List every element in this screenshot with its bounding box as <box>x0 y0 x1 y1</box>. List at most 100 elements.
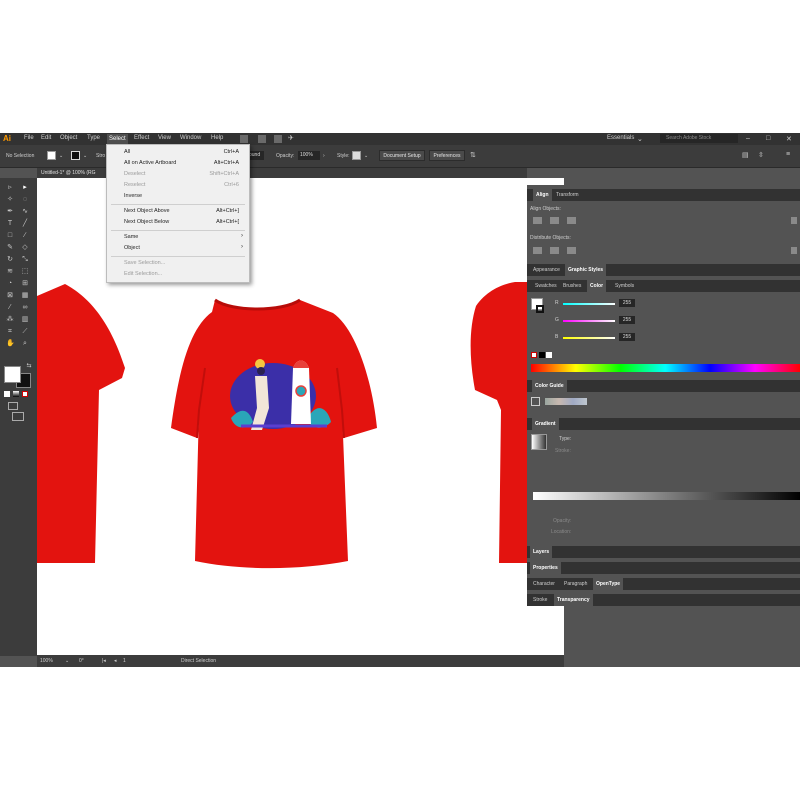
tab-symbols[interactable]: Symbols <box>612 280 637 292</box>
menu-item-next-object-above[interactable]: Next Object Above <box>124 208 170 214</box>
opacity-label[interactable]: Opacity: <box>276 153 294 159</box>
menu-type[interactable]: Type <box>87 135 100 141</box>
tab-character[interactable]: Character <box>530 578 558 590</box>
direct-selection-tool-icon[interactable]: ▸ <box>21 184 29 192</box>
channel-g-slider[interactable] <box>563 320 615 322</box>
channel-r-value[interactable]: 255 <box>619 299 635 307</box>
tab-layers[interactable]: Layers <box>530 546 553 558</box>
search-stock-input[interactable]: Search Adobe Stock <box>660 134 738 143</box>
fill-dropdown-arrow[interactable]: ⌄ <box>59 153 63 159</box>
none-mode-icon[interactable] <box>22 391 28 397</box>
align-center-icon[interactable] <box>550 217 559 224</box>
color-guide-harmony-strip[interactable] <box>545 398 587 405</box>
hand-tool-icon[interactable]: ✋ <box>6 340 15 348</box>
status-tool-name[interactable]: Direct Selection <box>181 658 216 664</box>
bridge-icon[interactable] <box>240 135 248 143</box>
line-tool-icon[interactable]: ╱ <box>21 220 29 228</box>
scale-tool-icon[interactable]: ⤡ <box>21 256 29 264</box>
magic-wand-icon[interactable]: ✧ <box>6 196 14 204</box>
align-right-icon[interactable] <box>567 217 576 224</box>
tab-gradient[interactable]: Gradient <box>532 418 559 430</box>
menu-item-edit-selection[interactable]: Edit Selection... <box>124 271 162 277</box>
menu-edit[interactable]: Edit <box>41 135 51 141</box>
rotate-tool-icon[interactable]: ↻ <box>6 256 14 264</box>
tab-transparency[interactable]: Transparency <box>554 594 593 606</box>
panel-menu-icon[interactable]: ▤ <box>742 151 749 159</box>
mesh-tool-icon[interactable]: ⊠ <box>6 292 14 300</box>
stock-icon[interactable] <box>258 135 266 143</box>
color-guide-base-swatch[interactable] <box>531 397 540 406</box>
perspective-grid-icon[interactable]: ⊞ <box>21 280 29 288</box>
graphic-style-swatch[interactable] <box>352 151 361 160</box>
control-menu-icon[interactable]: ≡ <box>786 151 790 158</box>
menu-file[interactable]: File <box>24 135 34 141</box>
workspace-switcher[interactable]: Essentials <box>607 135 634 141</box>
menu-window[interactable]: Window <box>180 135 201 141</box>
symbol-sprayer-icon[interactable]: ⁂ <box>6 316 14 324</box>
color-white-swatch[interactable] <box>546 352 552 358</box>
distribute-bottom-icon[interactable] <box>567 247 576 254</box>
tab-opentype[interactable]: OpenType <box>593 578 624 590</box>
stroke-swatch[interactable] <box>71 151 80 160</box>
minimize-icon[interactable]: – <box>746 135 750 142</box>
width-tool-icon[interactable]: ≋ <box>6 268 14 276</box>
slice-tool-icon[interactable]: ⟋ <box>21 328 29 336</box>
document-setup-button[interactable]: Document Setup <box>379 150 425 161</box>
menu-item-object[interactable]: Object <box>124 245 140 251</box>
rectangle-tool-icon[interactable]: □ <box>6 232 14 240</box>
artboard-nav-first-icon[interactable]: |◂ <box>102 658 106 664</box>
zoom-tool-icon[interactable]: ⌕ <box>21 340 29 348</box>
gradient-preview-swatch[interactable] <box>531 434 547 450</box>
tab-swatches[interactable]: Swatches <box>532 280 560 292</box>
gradient-mode-icon[interactable] <box>13 391 19 397</box>
menu-help[interactable]: Help <box>211 135 223 141</box>
color-spectrum[interactable] <box>531 364 800 372</box>
gradient-slider[interactable] <box>533 492 800 500</box>
tab-transform[interactable]: Transform <box>553 189 582 201</box>
color-stroke-swatch[interactable] <box>536 305 544 313</box>
tab-align[interactable]: Align <box>533 189 552 201</box>
tab-paragraph[interactable]: Paragraph <box>561 578 590 590</box>
menu-item-save-selection[interactable]: Save Selection... <box>124 260 165 266</box>
free-transform-icon[interactable]: ⬚ <box>21 268 29 276</box>
zoom-dropdown-arrow[interactable]: ⌄ <box>65 658 69 664</box>
close-icon[interactable]: ✕ <box>786 135 792 143</box>
screen-mode-icon[interactable] <box>12 412 24 421</box>
menu-item-deselect[interactable]: Deselect <box>124 171 145 177</box>
color-none-swatch[interactable] <box>531 352 537 358</box>
arrange-documents-icon[interactable] <box>274 135 282 143</box>
distribute-more-icon[interactable] <box>791 247 797 254</box>
tab-color-guide[interactable]: Color Guide <box>532 380 567 392</box>
align-to-icon[interactable]: ⇳ <box>758 151 764 159</box>
preferences-button[interactable]: Preferences <box>429 150 465 161</box>
fill-swatch[interactable] <box>47 151 56 160</box>
menu-item-all-on-active-artboard[interactable]: All on Active Artboard <box>124 160 176 166</box>
channel-b-value[interactable]: 255 <box>619 333 635 341</box>
paintbrush-icon[interactable]: ∕ <box>21 232 29 240</box>
column-graph-icon[interactable]: ▥ <box>21 316 29 324</box>
gradient-tool-icon[interactable]: ▦ <box>21 292 29 300</box>
menu-object[interactable]: Object <box>60 135 77 141</box>
swap-fill-stroke-icon[interactable]: ⇆ <box>25 362 33 370</box>
tab-properties[interactable]: Properties <box>530 562 561 574</box>
menu-item-inverse[interactable]: Inverse <box>124 193 142 199</box>
eyedropper-icon[interactable]: ⁄ <box>6 304 14 312</box>
stroke-dropdown-arrow[interactable]: ⌄ <box>83 153 87 159</box>
stroke-label[interactable]: Stro <box>96 153 105 159</box>
opacity-dropdown-arrow[interactable]: › <box>323 153 325 159</box>
color-mode-icon[interactable] <box>4 391 10 397</box>
drawing-modes-icon[interactable] <box>8 402 18 410</box>
artboard-number[interactable]: 1 <box>123 658 126 664</box>
color-black-swatch[interactable] <box>539 352 545 358</box>
align-left-icon[interactable] <box>533 217 542 224</box>
lasso-icon[interactable]: ◌ <box>21 196 29 204</box>
zoom-level[interactable]: 100% <box>40 658 53 664</box>
blend-tool-icon[interactable]: ∞ <box>21 304 29 312</box>
distribute-top-icon[interactable] <box>533 247 542 254</box>
tab-graphic-styles[interactable]: Graphic Styles <box>565 264 607 276</box>
artboard-tool-icon[interactable]: ⌗ <box>6 328 14 336</box>
graphic-style-dropdown-arrow[interactable]: ⌄ <box>364 153 368 159</box>
menu-item-all[interactable]: All <box>124 149 130 155</box>
artboard-nav-prev-icon[interactable]: ◂ <box>114 658 117 664</box>
shape-builder-icon[interactable]: ◔ <box>6 280 14 288</box>
